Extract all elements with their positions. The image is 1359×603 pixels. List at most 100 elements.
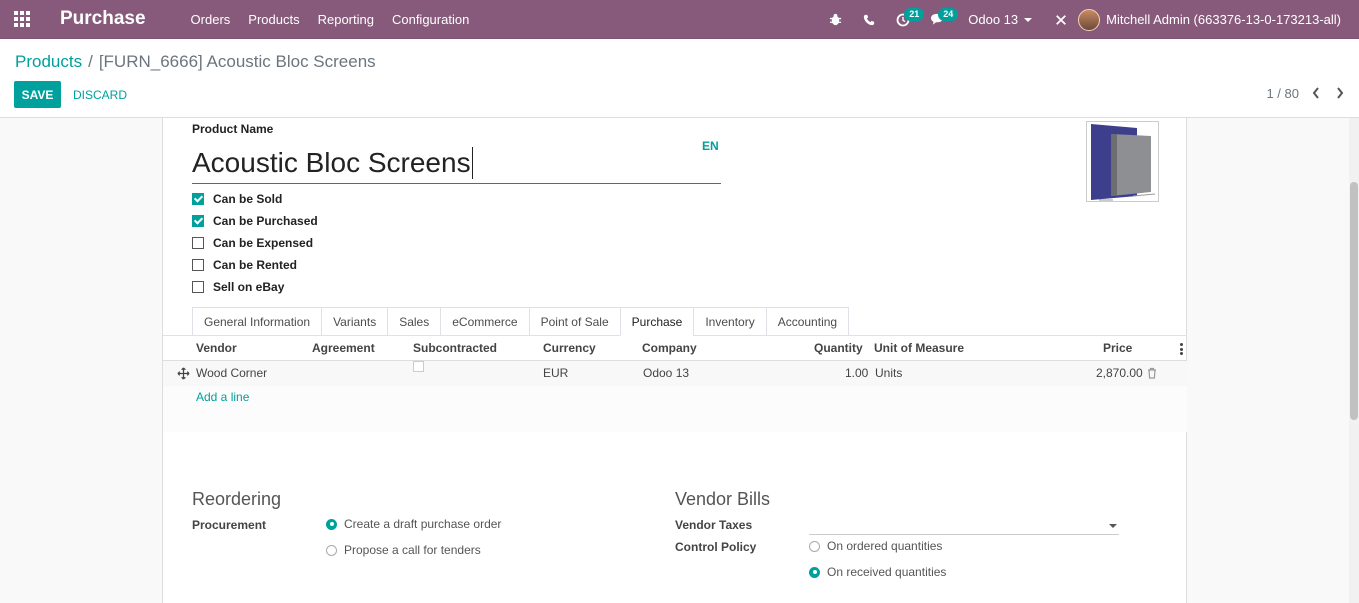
product-flags: Can be Sold Can be Purchased Can be Expe… [192, 188, 318, 298]
cell-vendor: Wood Corner [196, 366, 268, 380]
ordered-quantities-radio[interactable] [809, 540, 820, 552]
control-panel: Products / [FURN_6666] Acoustic Bloc Scr… [0, 39, 1359, 118]
user-menu[interactable]: Mitchell Admin (663376-13-0-173213-all) [1078, 8, 1359, 31]
check-can-be-expensed: Can be Expensed [192, 232, 318, 254]
text-cursor [471, 146, 473, 179]
menu-reporting[interactable]: Reporting [309, 0, 383, 39]
avatar [1078, 8, 1101, 31]
procurement-draft-label: Create a draft purchase order [344, 517, 502, 531]
check-can-be-rented: Can be Rented [192, 254, 318, 276]
cell-price: 2,870.00 [1096, 366, 1143, 380]
drag-handle-icon[interactable] [177, 367, 190, 380]
product-image[interactable] [1086, 121, 1159, 202]
chevron-right-icon[interactable] [1333, 83, 1347, 103]
apps-menu-icon[interactable] [0, 0, 44, 39]
tab-sales[interactable]: Sales [387, 307, 442, 336]
table-row[interactable]: Wood Corner EUR Odoo 13 1.00 Units 2,870… [163, 361, 1187, 386]
company-name: Odoo 13 [968, 12, 1019, 27]
cell-company: Odoo 13 [643, 366, 690, 380]
trash-icon[interactable] [1147, 367, 1157, 379]
check-can-be-sold: Can be Sold [192, 188, 318, 210]
debug-bug-icon[interactable] [818, 0, 852, 39]
main-menu: Orders Products Reporting Configuration [182, 0, 479, 39]
check-sell-on-ebay: Sell on eBay [192, 276, 318, 298]
vendor-taxes-label: Vendor Taxes [675, 518, 753, 532]
menu-products[interactable]: Products [239, 0, 308, 39]
tab-ecommerce[interactable]: eCommerce [440, 307, 530, 336]
sell-on-ebay-label: Sell on eBay [213, 280, 285, 294]
ordered-quantities-label: On ordered quantities [827, 539, 943, 553]
control-policy-ordered[interactable]: On ordered quantities [809, 539, 942, 553]
systray: 21 24 Odoo 13 Mitchell Admin (663376-13-… [818, 0, 1359, 39]
can-be-expensed-label: Can be Expensed [213, 236, 314, 250]
menu-orders[interactable]: Orders [182, 0, 240, 39]
tab-inventory[interactable]: Inventory [693, 307, 767, 336]
received-quantities-radio[interactable] [809, 566, 820, 578]
col-subcontracted[interactable]: Subcontracted [413, 336, 497, 361]
col-price[interactable]: Price [1103, 336, 1132, 361]
vendor-bills-title: Vendor Bills [675, 489, 771, 509]
pager: 1 / 80 [1266, 83, 1347, 103]
breadcrumb-current: [FURN_6666] Acoustic Bloc Screens [98, 52, 376, 71]
procurement-tenders-radio[interactable] [326, 544, 337, 556]
breadcrumb-products[interactable]: Products [15, 52, 82, 72]
procurement-tenders-label: Propose a call for tenders [344, 543, 481, 557]
cell-quantity: 1.00 [845, 366, 869, 380]
procurement-option-draft[interactable]: Create a draft purchase order [326, 517, 501, 531]
col-unit-of-measure[interactable]: Unit of Measure [874, 336, 964, 361]
scrollbar[interactable] [1349, 118, 1359, 603]
activity-clock-icon[interactable]: 21 [886, 0, 925, 39]
add-line-link[interactable]: Add a line [196, 390, 249, 404]
tab-variants[interactable]: Variants [321, 307, 389, 336]
breadcrumb-separator: / [88, 52, 93, 71]
scrollbar-thumb[interactable] [1350, 182, 1358, 420]
procurement-draft-radio[interactable] [326, 518, 337, 530]
save-button[interactable]: SAVE [14, 81, 61, 108]
menu-configuration[interactable]: Configuration [383, 0, 478, 39]
tab-purchase[interactable]: Purchase [619, 307, 695, 336]
procurement-option-tenders[interactable]: Propose a call for tenders [326, 543, 481, 557]
col-currency[interactable]: Currency [543, 336, 596, 361]
product-name-label: Product Name [192, 122, 274, 136]
tab-general-information[interactable]: General Information [192, 307, 323, 336]
messages-icon[interactable]: 24 [920, 0, 959, 39]
tools-icon[interactable] [1044, 0, 1078, 39]
product-name-value: Acoustic Bloc Screens [192, 146, 471, 178]
translate-button[interactable]: EN [702, 139, 719, 153]
can-be-sold-label: Can be Sold [213, 192, 283, 206]
phone-icon[interactable] [852, 0, 886, 39]
col-quantity[interactable]: Quantity [814, 336, 863, 361]
control-policy-label: Control Policy [675, 540, 757, 554]
vendor-taxes-select[interactable] [809, 517, 1119, 535]
cell-currency: EUR [543, 366, 569, 380]
empty-table-area [163, 386, 1187, 432]
can-be-sold-checkbox[interactable] [192, 193, 204, 205]
control-policy-received[interactable]: On received quantities [809, 565, 946, 579]
messages-count-badge: 24 [938, 8, 959, 21]
optional-columns-icon[interactable] [1180, 343, 1184, 355]
company-switcher[interactable]: Odoo 13 [968, 12, 1033, 27]
can-be-rented-checkbox[interactable] [192, 259, 204, 271]
procurement-label: Procurement [192, 518, 267, 532]
col-company[interactable]: Company [642, 336, 697, 361]
col-agreement[interactable]: Agreement [312, 336, 375, 361]
user-name: Mitchell Admin (663376-13-0-173213-all) [1106, 12, 1341, 27]
subcontracted-checkbox[interactable] [413, 361, 424, 372]
chevron-left-icon[interactable] [1309, 83, 1323, 103]
tab-point-of-sale[interactable]: Point of Sale [528, 307, 621, 336]
chevron-down-icon [1109, 524, 1117, 528]
can-be-expensed-checkbox[interactable] [192, 237, 204, 249]
can-be-rented-label: Can be Rented [213, 258, 298, 272]
can-be-purchased-label: Can be Purchased [213, 214, 318, 228]
pager-value[interactable]: 1 / 80 [1266, 86, 1299, 101]
product-name-input[interactable]: Acoustic Bloc Screens [192, 142, 721, 184]
vendor-table-header: Vendor Agreement Subcontracted Currency … [163, 336, 1187, 361]
form-sheet: Product Name Acoustic Bloc Screens EN Ca… [162, 118, 1187, 603]
can-be-purchased-checkbox[interactable] [192, 215, 204, 227]
app-name[interactable]: Purchase [60, 8, 146, 30]
col-vendor[interactable]: Vendor [196, 336, 237, 361]
received-quantities-label: On received quantities [827, 565, 947, 579]
sell-on-ebay-checkbox[interactable] [192, 281, 204, 293]
discard-button[interactable]: DISCARD [73, 81, 127, 108]
tab-accounting[interactable]: Accounting [765, 307, 850, 336]
